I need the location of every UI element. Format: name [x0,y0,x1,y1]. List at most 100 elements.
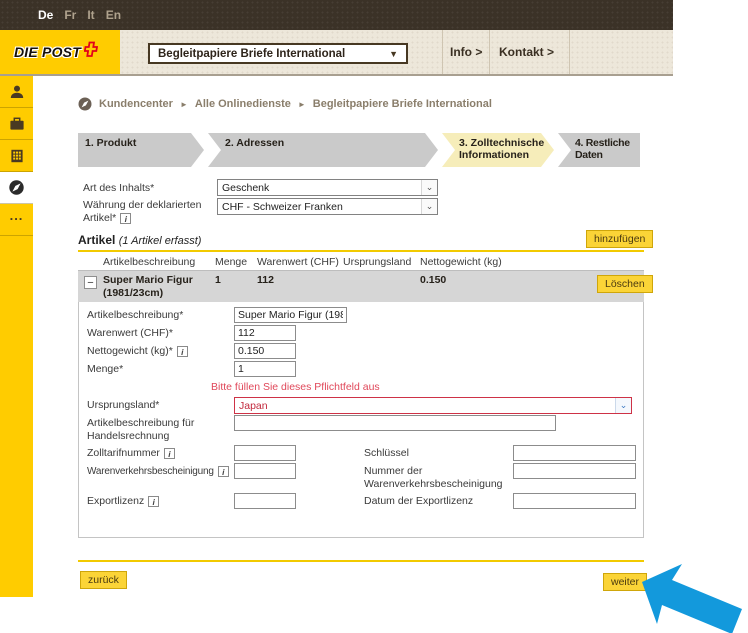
menge-input[interactable] [234,361,296,377]
header-separator [569,30,570,74]
yellow-divider [78,560,644,562]
header-separator [489,30,490,74]
article-summary-row: − Super Mario Figur (1981/23cm) 1 112 0.… [78,271,644,302]
nettogewicht-input[interactable] [234,343,296,359]
info-icon[interactable]: i [164,448,175,459]
warenwert-label: Warenwert (CHF)* [87,327,173,340]
zolltarifnummer-label: Zolltarifnummeri [87,447,175,460]
add-article-button[interactable]: hinzufügen [586,230,653,248]
row-warenwert: 112 [257,274,274,287]
chevron-down-icon: ⌄ [421,199,437,214]
row-menge: 1 [215,274,221,287]
col-artikelbeschreibung: Artikelbeschreibung [103,256,195,268]
content-type-select[interactable]: Geschenk ⌄ [217,179,438,196]
row-description: Super Mario Figur (1981/23cm) [103,274,211,300]
service-dropdown-value: Begleitpapiere Briefe International [158,48,389,60]
header-divider [0,74,673,76]
person-icon [9,84,25,100]
step-3-zolltechnische-informationen[interactable]: 3. Zolltechnische Informationen [442,133,554,167]
handelsrechnung-label: Artikelbeschreibung für Handelsrechnung [87,417,227,443]
beschreibung-input[interactable] [234,307,347,323]
schluessel-input[interactable] [513,445,636,461]
article-detail-panel: Artikelbeschreibung* Warenwert (CHF)* Ne… [78,302,644,538]
content-type-label: Art des Inhalts* [83,182,154,195]
warenverkehr-nummer-input[interactable] [513,463,636,479]
building-icon [9,148,25,164]
exportlizenz-input[interactable] [234,493,296,509]
col-menge: Menge [215,256,247,268]
breadcrumb: Kundencenter ► Alle Onlinedienste ► Begl… [78,96,492,112]
currency-label: Währung der deklarierten Artikel*i [83,199,213,225]
info-icon[interactable]: i [148,496,159,507]
header-band: DIE POST Begleitpapiere Briefe Internati… [0,30,673,74]
breadcrumb-current-page: Begleitpapiere Briefe International [313,98,492,110]
warenwert-input[interactable] [234,325,296,341]
currency-value: CHF - Schweizer Franken [218,201,421,213]
sidebar: ... [0,76,33,597]
warenverkehr-nummer-label: Nummer der Warenverkehrsbescheinigung [364,465,512,491]
exportlizenz-datum-input[interactable] [513,493,636,509]
articles-count-note: (1 Artikel erfasst) [119,235,202,247]
kontakt-link[interactable]: Kontakt > [499,30,554,74]
beschreibung-label: Artikelbeschreibung* [87,309,183,322]
required-field-error: Bitte füllen Sie dieses Pflichtfeld aus [211,381,380,393]
ursprungsland-select[interactable]: Japan ⌄ [234,397,632,414]
sidebar-item-briefcase[interactable] [0,108,33,140]
schluessel-label: Schlüssel [364,447,512,460]
content-type-value: Geschenk [218,182,421,194]
language-link-en[interactable]: En [106,8,121,22]
warenverkehr-label: Warenverkehrsbescheinigungi [87,465,229,478]
nettogewicht-label: Nettogewicht (kg)*i [87,345,188,358]
compass-breadcrumb-icon [78,97,92,111]
handelsrechnung-input[interactable] [234,415,556,431]
breadcrumb-kundencenter[interactable]: Kundencenter [99,98,173,110]
info-link[interactable]: Info > [450,30,482,74]
sidebar-item-more[interactable]: ... [0,204,33,236]
exportlizenz-datum-label: Datum der Exportlizenz [364,495,512,508]
back-button[interactable]: zurück [80,571,127,589]
sidebar-item-building[interactable] [0,140,33,172]
briefcase-icon [9,116,25,132]
sidebar-item-person[interactable] [0,76,33,108]
annotation-arrow-icon [620,552,748,633]
articles-table-header: Artikelbeschreibung Menge Warenwert (CHF… [78,253,644,271]
top-language-bar: De Fr It En [0,0,673,30]
step-1-produkt[interactable]: 1. Produkt [78,133,204,167]
col-ursprungsland: Ursprungsland [343,256,411,268]
breadcrumb-separator-icon: ► [180,100,188,109]
col-nettogewicht: Nettogewicht (kg) [420,256,502,268]
language-link-it[interactable]: It [87,8,94,22]
next-button[interactable]: weiter [603,573,647,591]
yellow-divider [78,250,644,252]
exportlizenz-label: Exportlizenzi [87,495,159,508]
zolltarifnummer-input[interactable] [234,445,296,461]
warenverkehr-input[interactable] [234,463,296,479]
swiss-post-cross-icon [84,41,98,57]
die-post-logo-text: DIE POST [14,44,81,60]
chevron-down-icon: ⌄ [615,398,631,413]
ursprungsland-label: Ursprungsland* [87,399,159,412]
die-post-logo[interactable]: DIE POST [0,30,120,74]
header-separator [442,30,443,74]
service-dropdown[interactable]: Begleitpapiere Briefe International ▼ [148,43,408,64]
dropdown-caret-icon: ▼ [389,49,398,59]
language-link-de[interactable]: De [38,8,53,22]
ursprungsland-value: Japan [235,400,615,412]
menge-label: Menge* [87,363,123,376]
compass-icon [8,179,25,196]
info-icon[interactable]: i [120,213,131,224]
sidebar-item-onlinedienste-active[interactable] [0,172,33,204]
chevron-down-icon: ⌄ [421,180,437,195]
step-2-adressen[interactable]: 2. Adressen [208,133,438,167]
collapse-article-button[interactable]: − [84,276,97,289]
language-link-fr[interactable]: Fr [64,8,76,22]
info-icon[interactable]: i [177,346,188,357]
breadcrumb-alle-onlinedienste[interactable]: Alle Onlinedienste [195,98,291,110]
breadcrumb-separator-icon: ► [298,100,306,109]
currency-select[interactable]: CHF - Schweizer Franken ⌄ [217,198,438,215]
delete-article-button[interactable]: Löschen [597,275,653,293]
info-icon[interactable]: i [218,466,229,477]
articles-title: Artikel [78,233,115,247]
row-nettogewicht: 0.150 [420,274,446,287]
step-4-restliche-daten[interactable]: 4. Restliche Daten [558,133,640,167]
